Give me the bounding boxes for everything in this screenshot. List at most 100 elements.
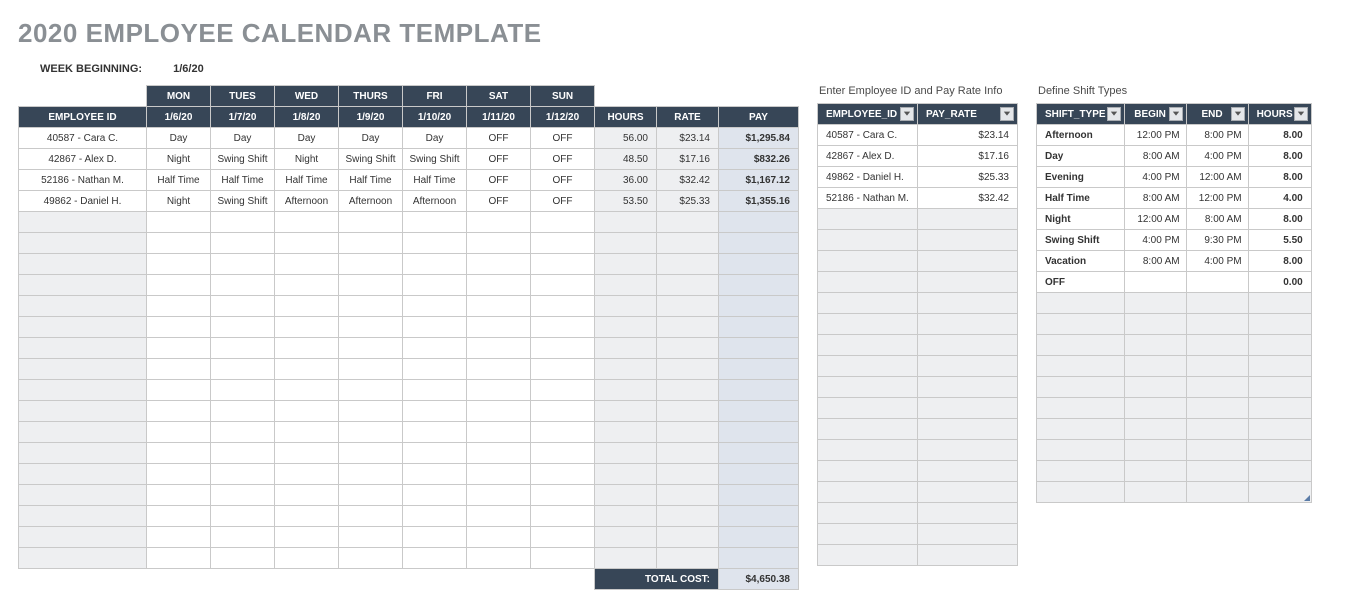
shift-name-cell[interactable]: Evening [1037, 167, 1125, 188]
shift-cell[interactable]: OFF [531, 170, 595, 191]
payrate-row-empty[interactable] [818, 419, 1018, 440]
shift-row[interactable]: Day8:00 AM4:00 PM8.00 [1037, 146, 1312, 167]
shift-row-empty[interactable] [1037, 377, 1312, 398]
shift-cell[interactable]: OFF [467, 191, 531, 212]
shift-cell[interactable]: Swing Shift [403, 149, 467, 170]
shift-cell[interactable]: Half Time [147, 170, 211, 191]
shift-row[interactable]: Half Time8:00 AM12:00 PM4.00 [1037, 188, 1312, 209]
filter-dropdown-icon[interactable] [1231, 107, 1245, 121]
shift-begin-cell[interactable]: 8:00 AM [1124, 146, 1186, 167]
shift-name-cell[interactable]: Afternoon [1037, 125, 1125, 146]
shift-cell[interactable]: Night [275, 149, 339, 170]
schedule-row-empty[interactable] [19, 233, 799, 254]
shift-cell[interactable]: OFF [467, 128, 531, 149]
schedule-table[interactable]: MONTUESWEDTHURSFRISATSUNEMPLOYEE ID1/6/2… [18, 85, 799, 590]
shift-row[interactable]: Afternoon12:00 PM8:00 PM8.00 [1037, 125, 1312, 146]
shift-end-cell[interactable] [1186, 272, 1248, 293]
shift-end-cell[interactable]: 8:00 PM [1186, 125, 1248, 146]
shift-row-empty[interactable] [1037, 314, 1312, 335]
payrate-row-empty[interactable] [818, 209, 1018, 230]
filter-dropdown-icon[interactable] [1169, 107, 1183, 121]
shift-cell[interactable]: Day [147, 128, 211, 149]
schedule-row-empty[interactable] [19, 317, 799, 338]
shift-end-cell[interactable]: 4:00 PM [1186, 146, 1248, 167]
payrate-rate-cell[interactable]: $17.16 [918, 146, 1018, 167]
payrate-row-empty[interactable] [818, 272, 1018, 293]
shift-cell[interactable]: Swing Shift [211, 191, 275, 212]
employee-cell[interactable]: 49862 - Daniel H. [19, 191, 147, 212]
shift-begin-header[interactable]: BEGIN [1124, 104, 1186, 125]
schedule-row[interactable]: 40587 - Cara C.DayDayDayDayDayOFFOFF56.0… [19, 128, 799, 149]
shift-cell[interactable]: Day [403, 128, 467, 149]
schedule-row[interactable]: 52186 - Nathan M.Half TimeHalf TimeHalf … [19, 170, 799, 191]
payrate-row-empty[interactable] [818, 314, 1018, 335]
shift-cell[interactable]: Night [147, 191, 211, 212]
shift-cell[interactable]: OFF [531, 128, 595, 149]
shift-begin-cell[interactable] [1124, 272, 1186, 293]
schedule-row-empty[interactable] [19, 485, 799, 506]
payrate-rate-header[interactable]: PAY_RATE [918, 104, 1018, 125]
payrate-table[interactable]: EMPLOYEE_IDPAY_RATE40587 - Cara C.$23.14… [817, 103, 1018, 566]
shift-row-empty[interactable] [1037, 335, 1312, 356]
payrate-rate-cell[interactable]: $32.42 [918, 188, 1018, 209]
shift-begin-cell[interactable]: 8:00 AM [1124, 188, 1186, 209]
shift-row-empty[interactable] [1037, 356, 1312, 377]
shift-begin-cell[interactable]: 12:00 PM [1124, 125, 1186, 146]
shift-begin-cell[interactable]: 8:00 AM [1124, 251, 1186, 272]
payrate-row-empty[interactable] [818, 335, 1018, 356]
shift-cell[interactable]: Half Time [275, 170, 339, 191]
shift-name-cell[interactable]: Half Time [1037, 188, 1125, 209]
shift-row[interactable]: Swing Shift4:00 PM9:30 PM5.50 [1037, 230, 1312, 251]
shift-row-empty[interactable] [1037, 440, 1312, 461]
shift-cell[interactable]: Day [339, 128, 403, 149]
shift-row[interactable]: Evening4:00 PM12:00 AM8.00 [1037, 167, 1312, 188]
shift-cell[interactable]: Half Time [211, 170, 275, 191]
schedule-row-empty[interactable] [19, 275, 799, 296]
payrate-row-empty[interactable] [818, 293, 1018, 314]
shift-name-cell[interactable]: Swing Shift [1037, 230, 1125, 251]
schedule-row-empty[interactable] [19, 254, 799, 275]
payrate-row-empty[interactable] [818, 377, 1018, 398]
shift-cell[interactable]: Half Time [403, 170, 467, 191]
schedule-row-empty[interactable] [19, 359, 799, 380]
payrate-row-empty[interactable] [818, 545, 1018, 566]
payrate-row-empty[interactable] [818, 503, 1018, 524]
shift-cell[interactable]: OFF [531, 191, 595, 212]
shift-end-cell[interactable]: 9:30 PM [1186, 230, 1248, 251]
payrate-row[interactable]: 52186 - Nathan M.$32.42 [818, 188, 1018, 209]
payrate-row-empty[interactable] [818, 230, 1018, 251]
shift-row[interactable]: OFF0.00 [1037, 272, 1312, 293]
payrate-id-cell[interactable]: 42867 - Alex D. [818, 146, 918, 167]
payrate-rate-cell[interactable]: $25.33 [918, 167, 1018, 188]
payrate-empid-header[interactable]: EMPLOYEE_ID [818, 104, 918, 125]
payrate-row-empty[interactable] [818, 482, 1018, 503]
payrate-id-cell[interactable]: 52186 - Nathan M. [818, 188, 918, 209]
employee-cell[interactable]: 42867 - Alex D. [19, 149, 147, 170]
schedule-row-empty[interactable] [19, 212, 799, 233]
shift-cell[interactable]: OFF [467, 149, 531, 170]
shift-end-header[interactable]: END [1186, 104, 1248, 125]
payrate-row[interactable]: 40587 - Cara C.$23.14 [818, 125, 1018, 146]
shift-row-empty[interactable] [1037, 398, 1312, 419]
shift-cell[interactable]: Swing Shift [339, 149, 403, 170]
shift-end-cell[interactable]: 12:00 AM [1186, 167, 1248, 188]
shift-end-cell[interactable]: 8:00 AM [1186, 209, 1248, 230]
filter-dropdown-icon[interactable] [900, 107, 914, 121]
filter-dropdown-icon[interactable] [1294, 107, 1308, 121]
shift-hours-header[interactable]: HOURS [1248, 104, 1311, 125]
shift-cell[interactable]: OFF [531, 149, 595, 170]
shift-cell[interactable]: Day [211, 128, 275, 149]
payrate-row-empty[interactable] [818, 524, 1018, 545]
shift-cell[interactable]: Night [147, 149, 211, 170]
shift-begin-cell[interactable]: 12:00 AM [1124, 209, 1186, 230]
shift-cell[interactable]: Swing Shift [211, 149, 275, 170]
shift-name-cell[interactable]: Vacation [1037, 251, 1125, 272]
shift-cell[interactable]: Half Time [339, 170, 403, 191]
payrate-id-cell[interactable]: 40587 - Cara C. [818, 125, 918, 146]
schedule-row-empty[interactable] [19, 380, 799, 401]
shift-type-header[interactable]: SHIFT_TYPE [1037, 104, 1125, 125]
employee-cell[interactable]: 40587 - Cara C. [19, 128, 147, 149]
shift-table[interactable]: SHIFT_TYPEBEGINENDHOURSAfternoon12:00 PM… [1036, 103, 1312, 503]
schedule-row-empty[interactable] [19, 422, 799, 443]
schedule-row-empty[interactable] [19, 527, 799, 548]
